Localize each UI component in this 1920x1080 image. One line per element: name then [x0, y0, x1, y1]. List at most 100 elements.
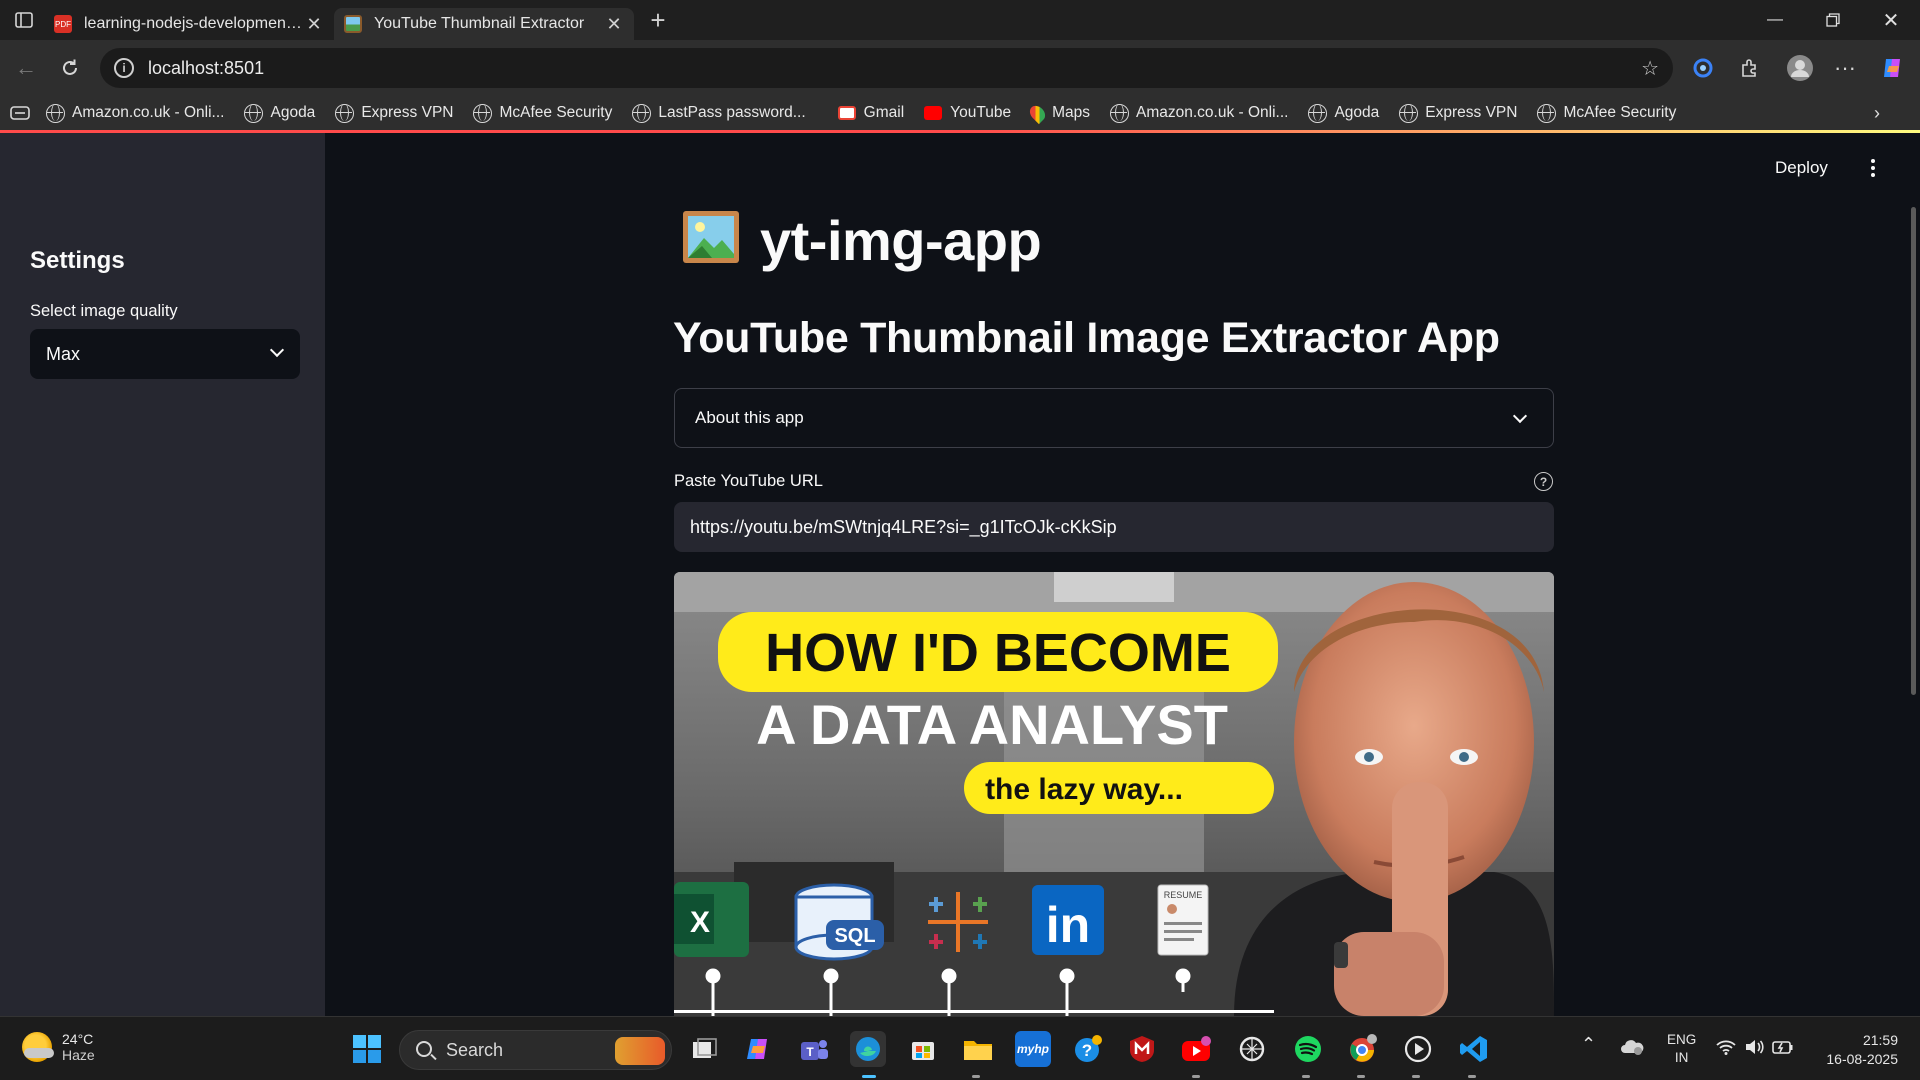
tab-actions-button[interactable]	[4, 0, 44, 40]
bookmark-amazon-2[interactable]: Amazon.co.uk - Onli...	[1109, 103, 1288, 123]
more-options-icon[interactable]: ···	[1825, 48, 1865, 88]
svg-text:T: T	[806, 1045, 814, 1059]
bookmark-label: Agoda	[1334, 104, 1380, 121]
vscode-icon[interactable]	[1456, 1031, 1492, 1067]
chatgpt-icon[interactable]	[1234, 1031, 1270, 1067]
search-highlight-icon	[615, 1037, 665, 1065]
excel-icon: X	[674, 882, 749, 957]
site-info-icon[interactable]: i	[114, 58, 134, 78]
file-explorer-icon[interactable]	[960, 1031, 996, 1067]
favorite-star-icon[interactable]: ☆	[1641, 56, 1659, 81]
onedrive-icon[interactable]	[1620, 1037, 1644, 1060]
bookmark-mcafee-2[interactable]: McAfee Security	[1537, 103, 1676, 123]
taskbar-search[interactable]: Search	[399, 1030, 672, 1070]
teams-icon[interactable]: T	[796, 1031, 832, 1067]
bookmark-label: YouTube	[950, 104, 1012, 121]
mcafee-icon[interactable]	[1124, 1031, 1160, 1067]
reload-button[interactable]	[48, 46, 92, 90]
spotify-icon[interactable]	[1290, 1031, 1326, 1067]
microsoft-store-icon[interactable]	[905, 1031, 941, 1067]
sidebar-heading: Settings	[30, 247, 125, 274]
weather-widget[interactable]: 24°C Haze	[22, 1031, 95, 1063]
reading-list-icon[interactable]	[10, 106, 30, 120]
page-subtitle: YouTube Thumbnail Image Extractor App	[673, 314, 1500, 362]
bookmark-amazon[interactable]: Amazon.co.uk - Onli...	[46, 103, 224, 123]
chevron-down-icon	[1512, 408, 1528, 424]
close-tab-icon[interactable]: ✕	[604, 14, 624, 35]
globe-icon	[1308, 103, 1328, 123]
restore-button[interactable]	[1804, 0, 1862, 40]
bookmark-express-vpn-2[interactable]: Express VPN	[1399, 103, 1517, 123]
battery-icon[interactable]	[1772, 1038, 1794, 1061]
restore-icon	[1826, 13, 1840, 27]
expander-label: About this app	[695, 408, 804, 427]
bookmark-label: LastPass password...	[658, 104, 806, 121]
scrollbar-thumb[interactable]	[1911, 207, 1916, 695]
svg-text:X: X	[690, 906, 710, 939]
help-app-icon[interactable]: ?	[1070, 1031, 1106, 1067]
bookmark-agoda-2[interactable]: Agoda	[1308, 103, 1380, 123]
quality-select[interactable]: Max	[30, 329, 300, 379]
tab-title: YouTube Thumbnail Extractor	[374, 15, 585, 32]
thumbnail-subheadline: A DATA ANALYST	[756, 693, 1228, 756]
chevron-right-icon[interactable]: ›	[1874, 103, 1880, 124]
clock[interactable]: 21:59 16-08-2025	[1826, 1031, 1898, 1069]
media-player-icon[interactable]	[1400, 1031, 1436, 1067]
profile-avatar[interactable]	[1780, 48, 1820, 88]
close-window-button[interactable]: ✕	[1862, 0, 1920, 40]
browser-tab-pdf[interactable]: PDF learning-nodejs-development.pdf ✕	[44, 8, 334, 40]
globe-icon	[1537, 103, 1557, 123]
app-indicator	[1357, 1075, 1365, 1078]
globe-icon	[1399, 103, 1419, 123]
new-tab-button[interactable]: +	[638, 0, 678, 40]
app-indicator	[972, 1075, 980, 1078]
globe-icon	[335, 103, 355, 123]
bookmark-agoda[interactable]: Agoda	[244, 103, 315, 123]
copilot-app-icon[interactable]	[741, 1031, 777, 1067]
minimize-button[interactable]: —	[1746, 0, 1804, 40]
thumbnail-image: HOW I'D BECOME A DATA ANALYST the lazy w…	[674, 572, 1554, 1016]
wifi-icon[interactable]	[1716, 1039, 1736, 1060]
bookmark-youtube[interactable]: YouTube	[924, 104, 1011, 122]
youtube-app-icon[interactable]	[1179, 1031, 1215, 1067]
url-input-value: https://youtu.be/mSWtnjq4LRE?si=_g1ITcOJ…	[690, 516, 1117, 537]
task-view-icon[interactable]	[687, 1031, 723, 1067]
language-indicator[interactable]: ENG IN	[1667, 1031, 1696, 1067]
copilot-browser-icon[interactable]	[1683, 48, 1723, 88]
main-menu-icon[interactable]	[1866, 154, 1880, 182]
bookmark-maps[interactable]: Maps	[1026, 102, 1090, 124]
page-scrollbar[interactable]	[1906, 133, 1920, 1016]
globe-icon	[46, 103, 65, 123]
globe-icon	[632, 103, 652, 123]
youtube-url-input[interactable]: https://youtu.be/mSWtnjq4LRE?si=_g1ITcOJ…	[674, 502, 1554, 552]
navigation-bar: ← i localhost:8501 ☆	[0, 40, 1920, 96]
svg-text:RESUME: RESUME	[1164, 890, 1203, 900]
weather-temperature: 24°C	[62, 1031, 94, 1047]
address-bar[interactable]: i localhost:8501 ☆	[100, 48, 1673, 88]
taskbar-search-placeholder: Search	[446, 1039, 504, 1060]
edge-icon[interactable]	[850, 1031, 886, 1067]
about-expander[interactable]: About this app	[674, 388, 1554, 448]
bookmark-mcafee[interactable]: McAfee Security	[473, 103, 612, 123]
extensions-icon[interactable]	[1729, 48, 1769, 88]
deploy-button[interactable]: Deploy	[1775, 158, 1828, 178]
chrome-icon[interactable]	[1345, 1031, 1381, 1067]
volume-icon[interactable]	[1744, 1039, 1764, 1060]
hp-app-icon[interactable]: myhp	[1015, 1031, 1051, 1067]
start-button[interactable]	[349, 1031, 385, 1067]
framed-picture-icon	[344, 15, 362, 33]
help-icon[interactable]: ?	[1534, 472, 1553, 491]
browser-tab-yt-extractor[interactable]: YouTube Thumbnail Extractor ✕	[334, 8, 634, 40]
language-top: ENG	[1667, 1032, 1697, 1047]
copilot-icon[interactable]	[1872, 48, 1912, 88]
linkedin-icon: in	[1032, 885, 1104, 955]
chevron-up-icon[interactable]: ⌃	[1581, 1035, 1596, 1053]
bookmark-express-vpn[interactable]: Express VPN	[335, 103, 453, 123]
quality-select-value: Max	[46, 343, 81, 364]
gmail-icon	[837, 106, 856, 120]
bookmark-lastpass[interactable]: LastPass password...	[632, 103, 806, 123]
back-button[interactable]: ←	[4, 46, 48, 90]
app-indicator	[1302, 1075, 1310, 1078]
bookmark-gmail[interactable]: Gmail	[837, 104, 904, 122]
close-tab-icon[interactable]: ✕	[304, 14, 324, 35]
